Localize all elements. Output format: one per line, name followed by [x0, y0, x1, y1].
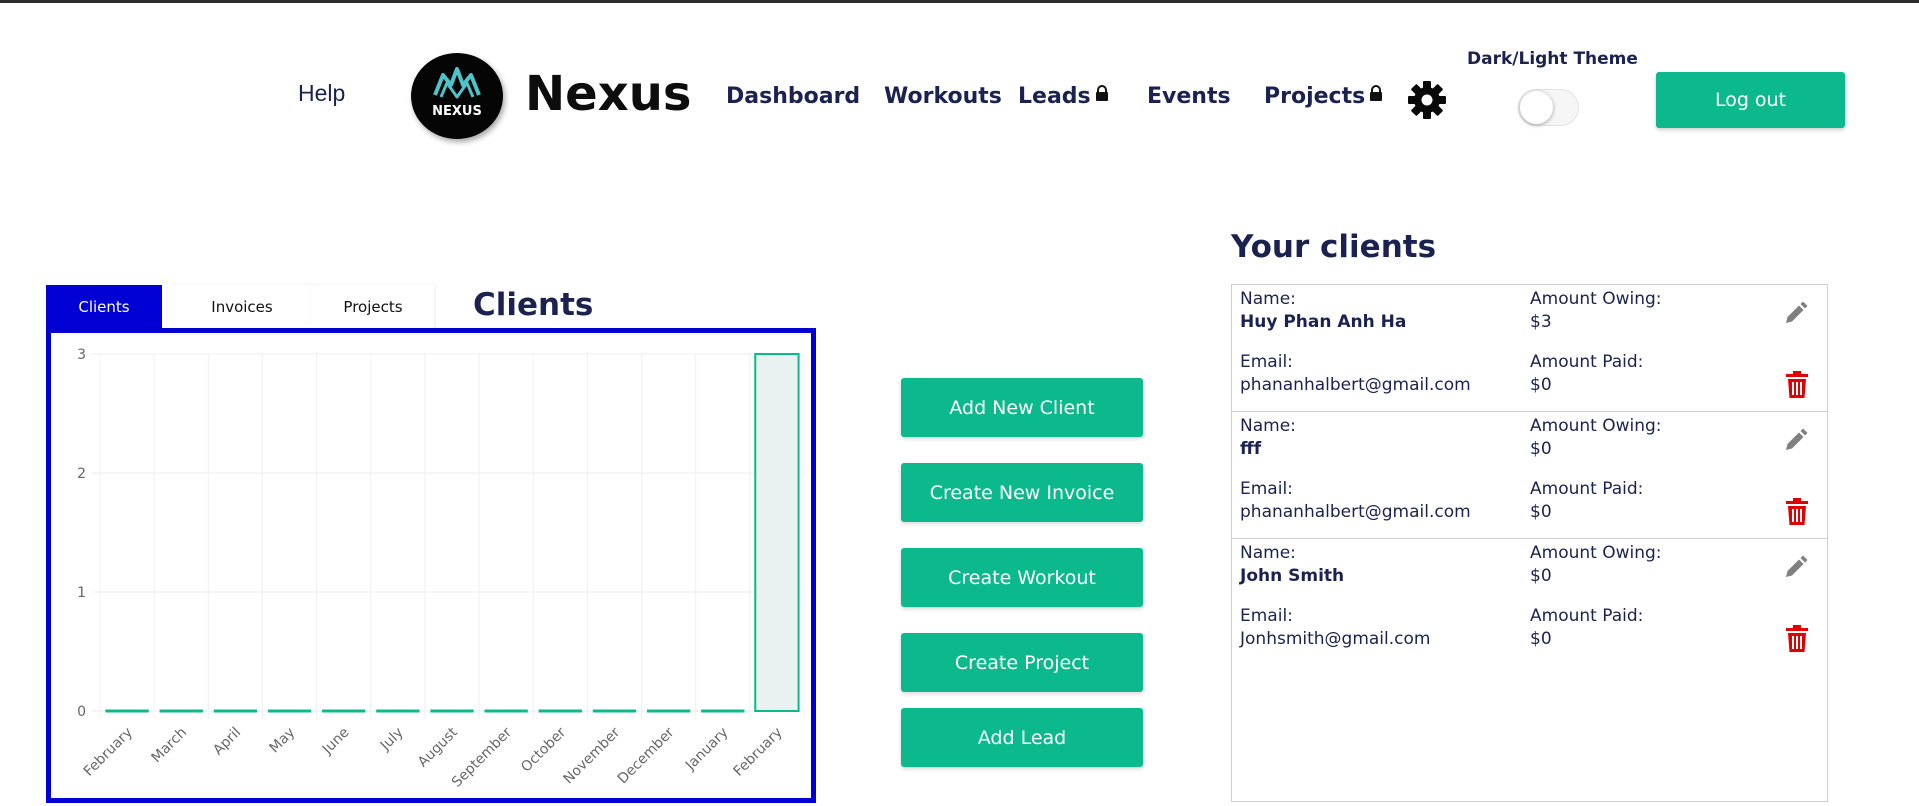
name-label: Name:: [1240, 289, 1296, 309]
x-tick-label: March: [149, 725, 190, 766]
x-tick-label: May: [267, 725, 299, 757]
delete-trash-icon[interactable]: [1785, 371, 1809, 399]
brand-name: Nexus: [525, 66, 692, 122]
client-paid: $0: [1530, 375, 1552, 395]
x-tick-label: February: [731, 725, 786, 780]
edit-pencil-icon[interactable]: [1782, 301, 1808, 327]
add-lead-button[interactable]: Add Lead: [901, 708, 1143, 767]
client-card: Name: fff Email: phananhalbert@gmail.com…: [1232, 412, 1827, 539]
lock-icon: [1370, 85, 1383, 101]
nav-label: Dashboard: [726, 84, 861, 109]
theme-label: Dark/Light Theme: [1467, 49, 1638, 69]
client-owing: $0: [1530, 439, 1552, 459]
y-tick-label: 1: [77, 585, 86, 601]
clients-panel-title: Your clients: [1231, 229, 1437, 265]
section-title: Clients: [473, 287, 594, 323]
email-label: Email:: [1240, 479, 1293, 499]
nav-label: Leads: [1018, 84, 1091, 109]
top-border: [0, 0, 1919, 3]
crown-icon: [433, 67, 481, 99]
nav-workouts[interactable]: Workouts: [884, 84, 1002, 109]
logo-text: NEXUS: [432, 104, 482, 119]
chart-bar: [754, 353, 800, 712]
x-tick-label: February: [81, 725, 136, 780]
x-tick-label: October: [518, 724, 569, 775]
y-tick-label: 3: [77, 347, 86, 363]
client-card: Name: John Smith Email: Jonhsmith@gmail.…: [1232, 539, 1827, 666]
client-name: Huy Phan Anh Ha: [1240, 312, 1407, 332]
nav-dashboard[interactable]: Dashboard: [726, 84, 860, 109]
x-tick-label: January: [682, 725, 732, 775]
nav-projects[interactable]: Projects: [1264, 84, 1383, 109]
owing-label: Amount Owing:: [1530, 289, 1662, 309]
client-paid: $0: [1530, 629, 1552, 649]
email-label: Email:: [1240, 352, 1293, 372]
y-tick-label: 0: [77, 704, 86, 720]
add-new-client-button[interactable]: Add New Client: [901, 378, 1143, 437]
nav-label: Events: [1147, 84, 1231, 109]
nav-label: Workouts: [884, 84, 1002, 109]
nexus-logo[interactable]: NEXUS: [411, 53, 503, 139]
client-name: fff: [1240, 439, 1262, 459]
name-label: Name:: [1240, 416, 1296, 436]
gear-icon[interactable]: [1408, 81, 1446, 119]
logout-button[interactable]: Log out: [1656, 72, 1845, 128]
owing-label: Amount Owing:: [1530, 543, 1662, 563]
edit-pencil-icon[interactable]: [1782, 555, 1808, 581]
tab-projects[interactable]: Projects: [312, 285, 434, 329]
nav-label: Projects: [1264, 84, 1366, 109]
clients-list: Name: Huy Phan Anh Ha Email: phananhalbe…: [1231, 284, 1828, 802]
client-card: Name: Huy Phan Anh Ha Email: phananhalbe…: [1232, 285, 1827, 412]
tab-clients[interactable]: Clients: [46, 285, 162, 329]
owing-label: Amount Owing:: [1530, 416, 1662, 436]
toggle-knob: [1520, 91, 1553, 124]
nav-leads[interactable]: Leads: [1018, 84, 1109, 109]
x-tick-label: August: [415, 724, 461, 770]
lock-icon: [1095, 85, 1108, 101]
create-project-button[interactable]: Create Project: [901, 633, 1143, 692]
paid-label: Amount Paid:: [1530, 479, 1644, 499]
x-tick-label: July: [377, 725, 407, 755]
delete-trash-icon[interactable]: [1785, 625, 1809, 653]
client-email: phananhalbert@gmail.com: [1240, 375, 1471, 395]
x-tick-label: December: [615, 724, 678, 787]
client-name: John Smith: [1240, 566, 1345, 586]
client-email: phananhalbert@gmail.com: [1240, 502, 1471, 522]
x-tick-label: June: [319, 725, 353, 759]
edit-pencil-icon[interactable]: [1782, 428, 1808, 454]
client-owing: $0: [1530, 566, 1552, 586]
client-owing: $3: [1530, 312, 1552, 332]
create-workout-button[interactable]: Create Workout: [901, 548, 1143, 607]
client-paid: $0: [1530, 502, 1552, 522]
y-tick-label: 2: [77, 466, 86, 482]
x-tick-label: November: [560, 724, 623, 787]
x-tick-label: April: [210, 725, 244, 759]
email-label: Email:: [1240, 606, 1293, 626]
theme-toggle[interactable]: [1518, 89, 1579, 126]
clients-chart: 0 1 2 3 February March April May June July August S…: [46, 328, 816, 803]
help-link[interactable]: Help: [298, 80, 345, 107]
paid-label: Amount Paid:: [1530, 606, 1644, 626]
chart-svg: 0123February March April May June July AugustS…: [77, 347, 805, 791]
tab-invoices[interactable]: Invoices: [168, 285, 316, 329]
name-label: Name:: [1240, 543, 1296, 563]
nav-events[interactable]: Events: [1147, 84, 1231, 109]
delete-trash-icon[interactable]: [1785, 498, 1809, 526]
create-new-invoice-button[interactable]: Create New Invoice: [901, 463, 1143, 522]
client-email: Jonhsmith@gmail.com: [1240, 629, 1431, 649]
paid-label: Amount Paid:: [1530, 352, 1644, 372]
